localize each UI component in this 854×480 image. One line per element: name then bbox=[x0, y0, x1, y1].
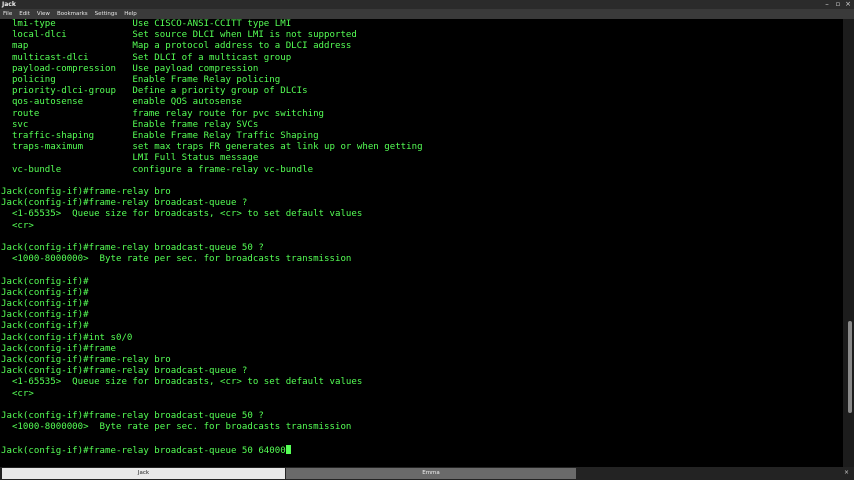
terminal-line: Jack(config-if)# bbox=[1, 287, 89, 298]
terminal-line: multicast-dlci Set DLCI of a multicast g… bbox=[1, 52, 292, 63]
text-cursor bbox=[285, 444, 291, 454]
terminal-line: Jack(config-if)#frame-relay bro bbox=[1, 187, 171, 197]
minimize-button[interactable]: – bbox=[822, 0, 832, 9]
terminal-line: policing Enable Frame Relay policing bbox=[1, 75, 281, 85]
terminal-line: vc-bundle configure a frame-relay vc-bun… bbox=[1, 164, 314, 175]
terminal-line: svc Enable frame relay SVCs bbox=[1, 119, 259, 130]
menu-settings[interactable]: Settings bbox=[95, 11, 118, 17]
terminal-line: priority-dlci-group Define a priority gr… bbox=[1, 86, 308, 97]
tab-bar: Jack Emma × bbox=[0, 467, 854, 480]
menu-bar: File Edit View Bookmarks Settings Help bbox=[0, 9, 854, 19]
terminal-line: Jack(config-if)# bbox=[1, 276, 89, 287]
terminal-line: traffic-shaping Enable Frame Relay Traff… bbox=[1, 131, 319, 141]
terminal-line: <1000-8000000> Byte rate per sec. for br… bbox=[1, 422, 352, 433]
tab-jack[interactable]: Jack bbox=[2, 468, 285, 479]
terminal-line: <cr> bbox=[1, 388, 34, 399]
terminal-line: payload-compression Use payload compress… bbox=[1, 63, 259, 74]
terminal-line: qos-autosense enable QOS autosense bbox=[1, 97, 242, 108]
terminal-line: <1000-8000000> Byte rate per sec. for br… bbox=[1, 254, 352, 265]
terminal-line: local-dlci Set source DLCI when LMI is n… bbox=[1, 30, 357, 41]
terminal-line: Jack(config-if)#frame-relay broadcast-qu… bbox=[1, 444, 291, 456]
terminal-line: <1-65535> Queue size for broadcasts, <cr… bbox=[1, 377, 363, 388]
window-title: Jack bbox=[2, 1, 16, 8]
close-button[interactable]: × bbox=[843, 0, 853, 9]
menu-edit[interactable]: Edit bbox=[19, 11, 30, 17]
terminal-line: LMI Full Status message bbox=[1, 153, 259, 164]
terminal-area[interactable]: lmi-type Use CISCO-ANSI-CCITT type LMI l… bbox=[0, 19, 843, 467]
terminal-line: Jack(config-if)#int s0/0 bbox=[1, 332, 133, 343]
terminal-line: Jack(config-if)# bbox=[1, 310, 89, 321]
terminal-line: Jack(config-if)# bbox=[1, 299, 89, 309]
terminal-line: route frame relay route for pvc switchin… bbox=[1, 108, 325, 119]
menu-bookmarks[interactable]: Bookmarks bbox=[57, 11, 88, 17]
tab-label: Jack bbox=[137, 470, 150, 476]
scrollbar-thumb[interactable] bbox=[848, 321, 852, 413]
terminal-line: Jack(config-if)#frame-relay bro bbox=[1, 355, 171, 365]
menu-view[interactable]: View bbox=[37, 11, 50, 17]
terminal-line: <cr> bbox=[1, 220, 34, 231]
menu-help[interactable]: Help bbox=[124, 11, 137, 17]
terminal-line: traps-maximum set max traps FR generates… bbox=[1, 142, 423, 153]
menu-file[interactable]: File bbox=[3, 11, 12, 17]
terminal-line: <1-65535> Queue size for broadcasts, <cr… bbox=[1, 209, 363, 220]
terminal-line: Jack(config-if)#frame-relay broadcast-qu… bbox=[1, 366, 248, 377]
close-tab-icon[interactable]: × bbox=[844, 469, 849, 476]
terminal-line: map Map a protocol address to a DLCI add… bbox=[1, 41, 352, 52]
terminal-line: Jack(config-if)#frame-relay broadcast-qu… bbox=[1, 243, 264, 253]
terminal-line: Jack(config-if)# bbox=[1, 321, 89, 332]
tab-label: Emma bbox=[422, 470, 440, 476]
terminal-scrollbar[interactable] bbox=[843, 19, 854, 467]
terminal-line: Jack(config-if)#frame-relay broadcast-qu… bbox=[1, 411, 264, 421]
terminal-line: Jack(config-if)#frame-relay broadcast-qu… bbox=[1, 198, 248, 209]
terminal-line: lmi-type Use CISCO-ANSI-CCITT type LMI bbox=[1, 19, 292, 29]
tab-emma[interactable]: Emma bbox=[286, 468, 576, 479]
terminal-line: Jack(config-if)#frame bbox=[1, 343, 116, 354]
window-titlebar: Jack – ▫ × bbox=[0, 0, 854, 9]
maximize-button[interactable]: ▫ bbox=[833, 0, 843, 9]
